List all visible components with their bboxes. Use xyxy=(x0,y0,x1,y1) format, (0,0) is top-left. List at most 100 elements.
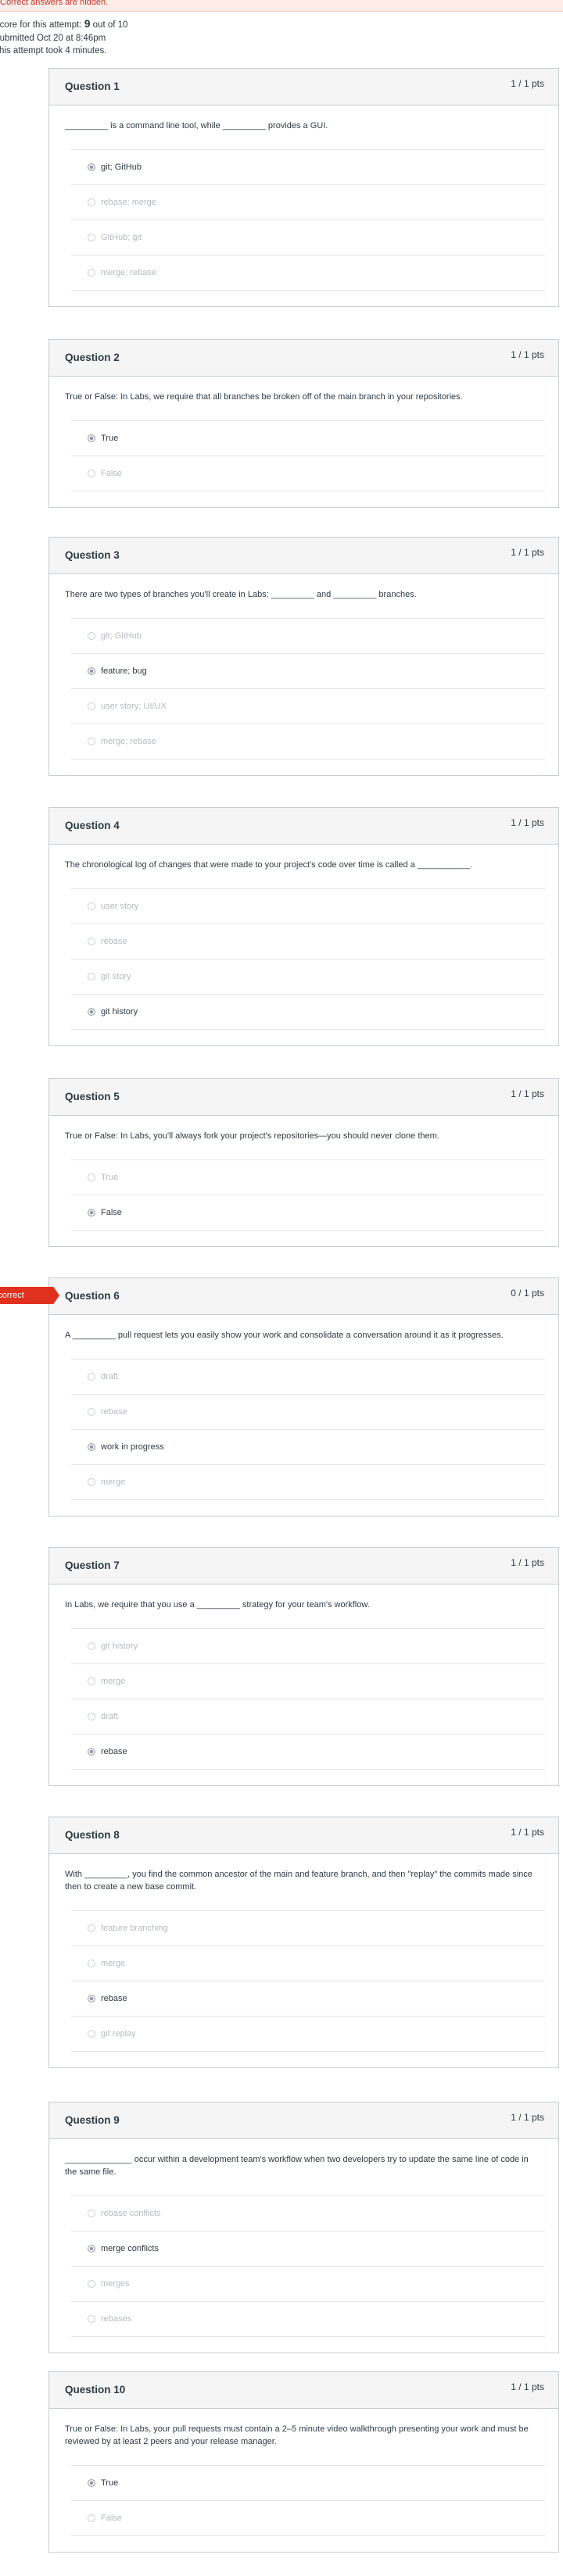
answer-option: git story xyxy=(71,959,545,994)
answer-list: True False xyxy=(71,420,545,491)
question-header: Question 4 1 / 1 pts xyxy=(49,808,558,845)
answer-list: user story rebase git story git history xyxy=(71,888,545,1030)
question-points: 1 / 1 pts xyxy=(511,1088,544,1099)
answer-option: rebases xyxy=(71,2301,545,2337)
radio-unchecked-icon xyxy=(88,1960,95,1967)
answer-label: rebase xyxy=(101,1407,127,1417)
answer-label: user story; UI/UX xyxy=(101,702,167,711)
radio-unchecked-icon xyxy=(88,198,95,206)
question-points: 1 / 1 pts xyxy=(511,349,544,360)
answer-label: merges xyxy=(101,2279,130,2288)
radio-checked-icon xyxy=(88,1209,95,1217)
answer-list: rebase conflicts merge conflicts merges reb… xyxy=(71,2195,545,2337)
question-title: Question 8 xyxy=(65,1829,120,1841)
question-points: 1 / 1 pts xyxy=(511,2381,544,2392)
question-text: With _________, you find the common ance… xyxy=(65,1870,533,1892)
question-header: Question 5 1 / 1 pts xyxy=(49,1079,558,1116)
radio-unchecked-icon xyxy=(88,1478,95,1486)
question-points: 1 / 1 pts xyxy=(511,547,544,558)
answer-label: git replay xyxy=(101,2029,136,2038)
answer-label: rebase conflicts xyxy=(101,2209,161,2218)
question-5: Question 5 1 / 1 pts True or False: In Lab… xyxy=(48,1078,559,1247)
question-title: Question 1 xyxy=(65,80,120,92)
radio-checked-icon xyxy=(88,2245,95,2253)
radio-unchecked-icon xyxy=(88,234,95,241)
answer-label: False xyxy=(101,1208,122,1217)
answer-option: user story xyxy=(71,888,545,924)
question-title: Question 7 xyxy=(65,1560,120,1571)
answer-option: rebase; merge xyxy=(71,184,545,220)
answer-option-selected: False xyxy=(71,1195,545,1231)
answer-list: git history merge draft rebase xyxy=(71,1628,545,1770)
answer-label: rebase xyxy=(101,1747,127,1756)
answer-option: merges xyxy=(71,2266,545,2301)
radio-checked-icon xyxy=(88,1008,95,1016)
radio-unchecked-icon xyxy=(88,2210,95,2217)
radio-unchecked-icon xyxy=(88,1408,95,1416)
answer-label: rebases xyxy=(101,2314,132,2324)
answer-option-selected: work in progress xyxy=(71,1429,545,1464)
question-points: 1 / 1 pts xyxy=(511,1827,544,1838)
answer-option-selected: True xyxy=(71,2465,545,2500)
radio-unchecked-icon xyxy=(88,902,95,910)
answer-option: False xyxy=(71,456,545,491)
answer-label: rebase xyxy=(101,1994,127,2003)
answer-label: True xyxy=(101,434,119,443)
answer-option: False xyxy=(71,2500,545,2536)
incorrect-label: Incorrect xyxy=(0,1291,24,1300)
question-title: Question 3 xyxy=(65,549,120,561)
question-text: In Labs, we require that you use a _____… xyxy=(65,1600,370,1610)
question-body: In Labs, we require that you use a _____… xyxy=(49,1585,558,1785)
answer-label: GitHub; git xyxy=(101,233,142,242)
answer-option: rebase conflicts xyxy=(71,2195,545,2231)
answer-option: merge; rebase xyxy=(71,255,545,291)
answer-option: git replay xyxy=(71,2016,545,2052)
radio-unchecked-icon xyxy=(88,1677,95,1685)
question-4: Question 4 1 / 1 pts The chronological log… xyxy=(48,807,559,1046)
question-body: True or False: In Labs, your pull reques… xyxy=(49,2409,558,2552)
question-text: There are two types of branches you'll c… xyxy=(65,590,417,599)
question-10: Question 10 1 / 1 pts True or False: In La… xyxy=(48,2371,559,2553)
answer-label: git story xyxy=(101,972,131,981)
question-text: _________ is a command line tool, while … xyxy=(65,121,328,130)
answer-label: feature; bug xyxy=(101,666,147,676)
radio-checked-icon xyxy=(88,2479,95,2487)
answer-label: True xyxy=(101,1173,119,1182)
question-title: Question 10 xyxy=(65,2384,126,2396)
question-title: Question 6 xyxy=(65,1290,120,1302)
answer-label: git history xyxy=(101,1007,138,1016)
question-points: 1 / 1 pts xyxy=(511,2112,544,2123)
answer-option-selected: True xyxy=(71,420,545,456)
score-suffix: out of 10 xyxy=(90,20,128,30)
answer-option: merge xyxy=(71,1663,545,1699)
radio-unchecked-icon xyxy=(88,1924,95,1932)
radio-checked-icon xyxy=(88,163,95,171)
score-prefix: Score for this attempt: xyxy=(0,20,84,30)
question-text: ______________ occur within a developmen… xyxy=(65,2155,529,2177)
question-body: The chronological log of changes that we… xyxy=(49,845,558,1045)
radio-checked-icon xyxy=(88,1995,95,2003)
question-body: True or False: In Labs, you'll always fo… xyxy=(49,1116,558,1246)
radio-unchecked-icon xyxy=(88,269,95,277)
radio-unchecked-icon xyxy=(88,470,95,477)
question-title: Question 9 xyxy=(65,2114,120,2126)
question-text: True or False: In Labs, your pull reques… xyxy=(65,2424,529,2446)
radio-checked-icon xyxy=(88,434,95,442)
answer-option-selected: rebase xyxy=(71,1734,545,1770)
question-body: A _________ pull request lets you easily… xyxy=(49,1315,558,1516)
question-points: 1 / 1 pts xyxy=(511,78,544,89)
duration-line: This attempt took 4 minutes. xyxy=(0,46,107,55)
question-body: True or False: In Labs, we require that … xyxy=(49,377,558,507)
answer-list: draft rebase work in progress merge xyxy=(71,1359,545,1500)
answer-label: False xyxy=(101,2513,122,2523)
answer-option: git history xyxy=(71,1628,545,1663)
radio-unchecked-icon xyxy=(88,2514,95,2522)
question-8: Question 8 1 / 1 pts With _________, you f… xyxy=(48,1817,559,2068)
answer-label: git; GitHub xyxy=(101,631,142,641)
question-points: 0 / 1 pts xyxy=(511,1288,544,1299)
answer-option: merge xyxy=(71,1945,545,1981)
answer-label: merge xyxy=(101,1959,126,1968)
question-header: Question 2 1 / 1 pts xyxy=(49,340,558,377)
answer-option: git; GitHub xyxy=(71,618,545,653)
answer-option-selected: git history xyxy=(71,994,545,1030)
